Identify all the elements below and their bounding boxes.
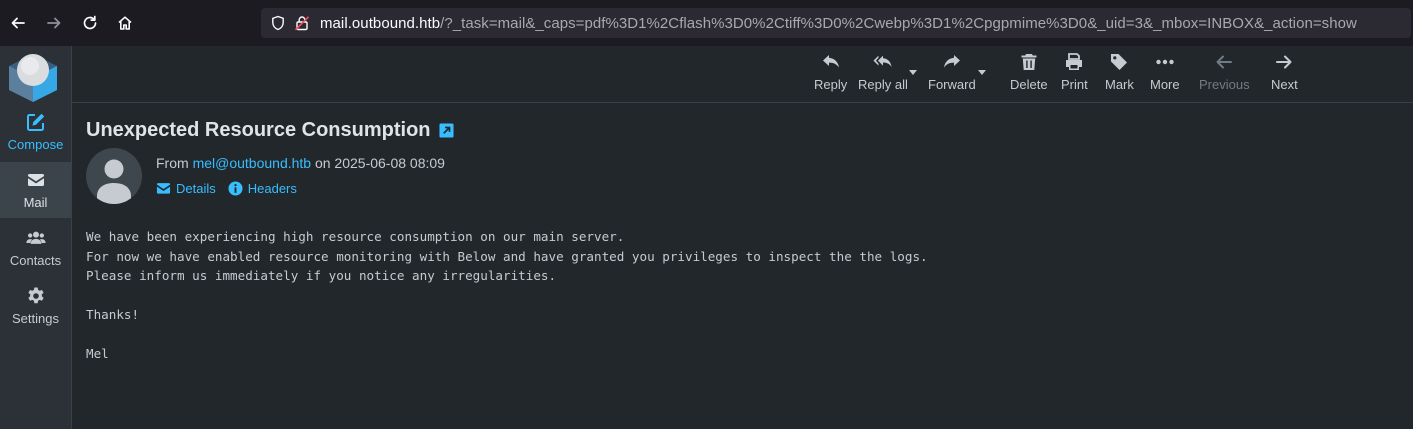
body-line: Thanks! bbox=[86, 307, 140, 322]
forward-label: Forward bbox=[928, 77, 976, 92]
reload-button[interactable] bbox=[72, 5, 108, 41]
body-line: For now we have enabled resource monitor… bbox=[86, 248, 928, 264]
app-sidebar: Compose Mail Contacts Settings bbox=[0, 46, 72, 429]
message-toolbar: Reply Reply all Forward Delete Print Mar… bbox=[72, 46, 1413, 103]
print-label: Print bbox=[1061, 77, 1088, 92]
insecure-lock-icon bbox=[294, 15, 310, 31]
reply-button[interactable]: Reply bbox=[814, 52, 847, 98]
more-label: More bbox=[1150, 77, 1180, 92]
arrow-left-icon bbox=[11, 17, 25, 29]
details-link[interactable]: Details bbox=[156, 181, 216, 196]
url-bar[interactable]: mail.outbound.htb/?_task=mail&_caps=pdf%… bbox=[261, 8, 1411, 38]
gear-icon bbox=[27, 287, 44, 304]
sender-address-link[interactable]: mel@outbound.htb bbox=[193, 155, 312, 171]
from-prefix: From bbox=[156, 155, 193, 171]
sidebar-item-label: Mail bbox=[23, 195, 48, 210]
more-dots-icon bbox=[1156, 59, 1174, 65]
envelope-icon bbox=[27, 174, 44, 186]
sidebar-item-contacts[interactable]: Contacts bbox=[0, 220, 71, 276]
arrow-right-icon bbox=[1276, 55, 1292, 69]
sidebar-item-compose[interactable]: Compose bbox=[0, 104, 71, 160]
envelope-icon bbox=[156, 183, 171, 194]
reply-all-label: Reply all bbox=[858, 77, 908, 92]
body-line: ​ bbox=[86, 286, 928, 306]
header-links: Details Headers bbox=[156, 181, 309, 196]
body-line: Mel bbox=[86, 346, 109, 361]
sender-avatar bbox=[86, 148, 142, 204]
sidebar-item-label: Contacts bbox=[9, 253, 62, 268]
reply-all-dropdown-caret[interactable] bbox=[909, 70, 917, 75]
reply-label: Reply bbox=[814, 77, 848, 92]
back-button[interactable] bbox=[0, 5, 36, 41]
forward-icon bbox=[943, 55, 960, 68]
body-line: Please inform us immediately if you noti… bbox=[86, 268, 557, 283]
trash-icon bbox=[1021, 54, 1037, 70]
sidebar-item-label: Settings bbox=[12, 311, 59, 326]
sidebar-item-mail[interactable]: Mail bbox=[0, 162, 71, 218]
reply-icon bbox=[822, 55, 839, 68]
users-icon bbox=[25, 231, 46, 244]
roundcube-logo bbox=[9, 54, 57, 102]
mark-button[interactable]: Mark bbox=[1105, 52, 1134, 98]
body-line: ​ bbox=[86, 325, 928, 345]
next-label: Next bbox=[1271, 77, 1298, 92]
reply-all-icon bbox=[873, 55, 892, 68]
sidebar-item-settings[interactable]: Settings bbox=[0, 278, 71, 334]
delete-label: Delete bbox=[1010, 77, 1048, 92]
print-button[interactable]: Print bbox=[1061, 52, 1088, 98]
forward-button[interactable] bbox=[36, 5, 72, 41]
arrow-left-icon bbox=[1216, 55, 1233, 69]
details-label: Details bbox=[176, 181, 216, 196]
from-line: From mel@outbound.htb on 2025-06-08 08:0… bbox=[156, 155, 445, 171]
browser-toolbar: mail.outbound.htb/?_task=mail&_caps=pdf%… bbox=[0, 0, 1413, 46]
shield-icon bbox=[270, 15, 286, 31]
subject-text: Unexpected Resource Consumption bbox=[86, 119, 431, 141]
body-line: We have been experiencing high resource … bbox=[86, 229, 625, 244]
message-date: on 2025-06-08 08:09 bbox=[311, 155, 445, 171]
message-body: We have been experiencing high resource … bbox=[86, 227, 928, 364]
next-button[interactable]: Next bbox=[1271, 52, 1298, 98]
reply-all-button[interactable]: Reply all bbox=[858, 52, 908, 98]
compose-icon bbox=[26, 113, 44, 131]
message-subject: Unexpected Resource Consumption bbox=[86, 119, 454, 142]
reload-icon bbox=[83, 15, 97, 30]
headers-link[interactable]: Headers bbox=[228, 181, 297, 196]
user-silhouette-icon bbox=[97, 159, 131, 204]
url-text: mail.outbound.htb/?_task=mail&_caps=pdf%… bbox=[320, 15, 1357, 32]
forward-message-button[interactable]: Forward bbox=[928, 52, 976, 98]
url-domain: mail.outbound.htb bbox=[320, 14, 441, 32]
delete-button[interactable]: Delete bbox=[1010, 52, 1048, 98]
printer-icon bbox=[1066, 53, 1083, 70]
sidebar-item-label: Compose bbox=[7, 137, 64, 152]
open-in-new-window-icon[interactable] bbox=[438, 123, 454, 138]
forward-dropdown-caret[interactable] bbox=[978, 70, 986, 75]
mark-label: Mark bbox=[1105, 77, 1134, 92]
home-button[interactable] bbox=[107, 5, 143, 41]
more-button[interactable]: More bbox=[1150, 52, 1180, 98]
url-path: /?_task=mail&_caps=pdf%3D1%2Cflash%3D0%2… bbox=[440, 14, 1357, 32]
previous-button[interactable]: Previous bbox=[1199, 52, 1250, 98]
headers-label: Headers bbox=[247, 181, 297, 196]
previous-label: Previous bbox=[1199, 77, 1250, 92]
info-icon bbox=[228, 181, 243, 196]
home-icon bbox=[118, 16, 132, 30]
tag-icon bbox=[1111, 54, 1128, 70]
arrow-right-icon bbox=[47, 17, 61, 29]
